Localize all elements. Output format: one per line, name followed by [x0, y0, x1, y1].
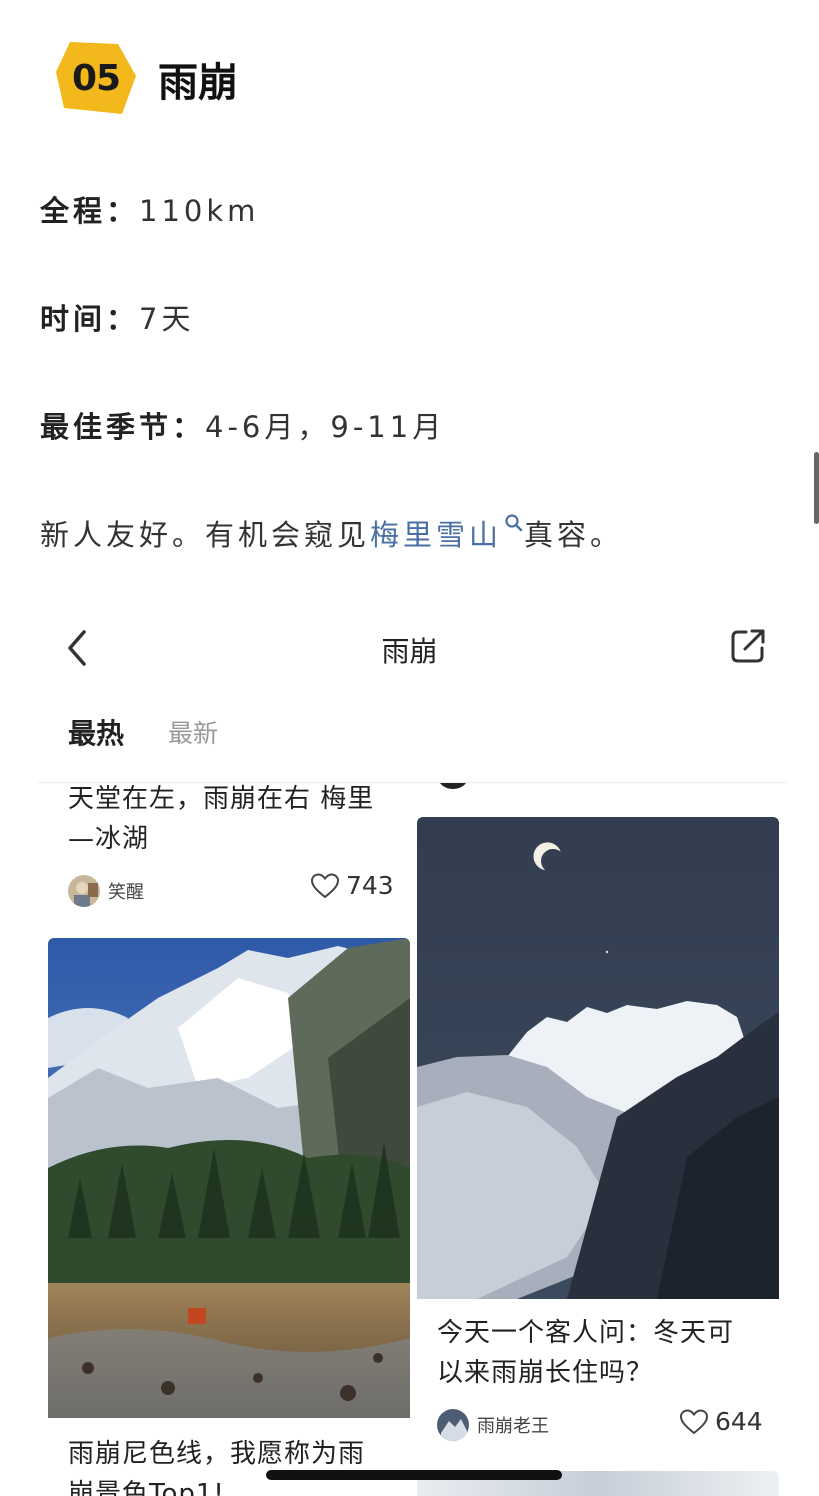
- duration-line: 时间：7天: [40, 296, 194, 338]
- season-value: 4-6月，9-11月: [205, 410, 446, 444]
- tab-hot[interactable]: 最热: [68, 712, 124, 752]
- distance-line: 全程：110km: [40, 188, 259, 230]
- duration-value: 7天: [139, 302, 195, 336]
- like-button[interactable]: 743: [310, 871, 394, 900]
- description-line: 新人友好。有机会窥见梅里雪山 真容。: [40, 512, 623, 554]
- share-external-icon: [731, 629, 765, 663]
- search-icon[interactable]: [504, 506, 524, 540]
- post-card[interactable]: 天堂在左，雨崩在右 梅里 —冰湖 笑醒 743: [48, 783, 410, 919]
- section-number-badge: 05: [56, 42, 136, 114]
- post-title-line1: 天堂在左，雨崩在右 梅里: [68, 784, 375, 814]
- post-image-night-peaks: [417, 817, 779, 1299]
- description-prefix: 新人友好。有机会窥见: [40, 518, 371, 552]
- author-name: 笑醒: [108, 882, 144, 903]
- tab-new[interactable]: 最新: [168, 714, 218, 750]
- heart-icon: [310, 872, 340, 898]
- section-number: 05: [71, 57, 121, 99]
- embed-title: 雨崩: [381, 635, 438, 668]
- post-author[interactable]: 笑醒: [68, 875, 144, 907]
- author-name: 雨崩老王: [477, 1416, 549, 1437]
- avatar: [437, 1409, 469, 1441]
- post-title-line2: —冰湖: [68, 824, 150, 854]
- avatar: [68, 875, 100, 907]
- post-title-line2: 崩景色Top1!: [68, 1479, 225, 1496]
- scrollbar-thumb[interactable]: [814, 452, 819, 524]
- like-count: 644: [715, 1407, 763, 1436]
- description-suffix: 真容。: [524, 518, 624, 552]
- post-title-line1: 今天一个客人问：冬天可: [437, 1318, 735, 1348]
- season-line: 最佳季节：4-6月，9-11月: [40, 404, 445, 446]
- like-button[interactable]: 644: [679, 1407, 763, 1436]
- post-title-line1: 雨崩尼色线，我愿称为雨: [68, 1439, 366, 1469]
- share-button[interactable]: [728, 626, 768, 666]
- waterfall-feed[interactable]: 天堂在左，雨崩在右 梅里 —冰湖 笑醒 743 雨崩尼色线，我愿称为雨 崩景色T…: [38, 783, 788, 1496]
- post-author[interactable]: 雨崩老王: [437, 1409, 549, 1441]
- section-title: 雨崩: [158, 60, 238, 106]
- heart-icon: [679, 1408, 709, 1434]
- post-card[interactable]: 今天一个客人问：冬天可 以来雨崩长住吗？ 雨崩老王 644: [417, 817, 779, 1457]
- distance-label: 全程：: [40, 194, 140, 228]
- post-image-mountain: [48, 938, 410, 1418]
- search-link-meili[interactable]: 梅里雪山: [370, 518, 502, 552]
- duration-label: 时间：: [40, 302, 140, 336]
- home-indicator[interactable]: [266, 1470, 562, 1480]
- post-card[interactable]: 雨崩尼色线，我愿称为雨 崩景色Top1!: [48, 938, 410, 1496]
- like-count: 743: [346, 871, 394, 900]
- season-label: 最佳季节：: [40, 410, 206, 444]
- post-title-line2: 以来雨崩长住吗？: [437, 1358, 654, 1388]
- distance-value: 110km: [139, 194, 260, 228]
- avatar: [438, 783, 468, 789]
